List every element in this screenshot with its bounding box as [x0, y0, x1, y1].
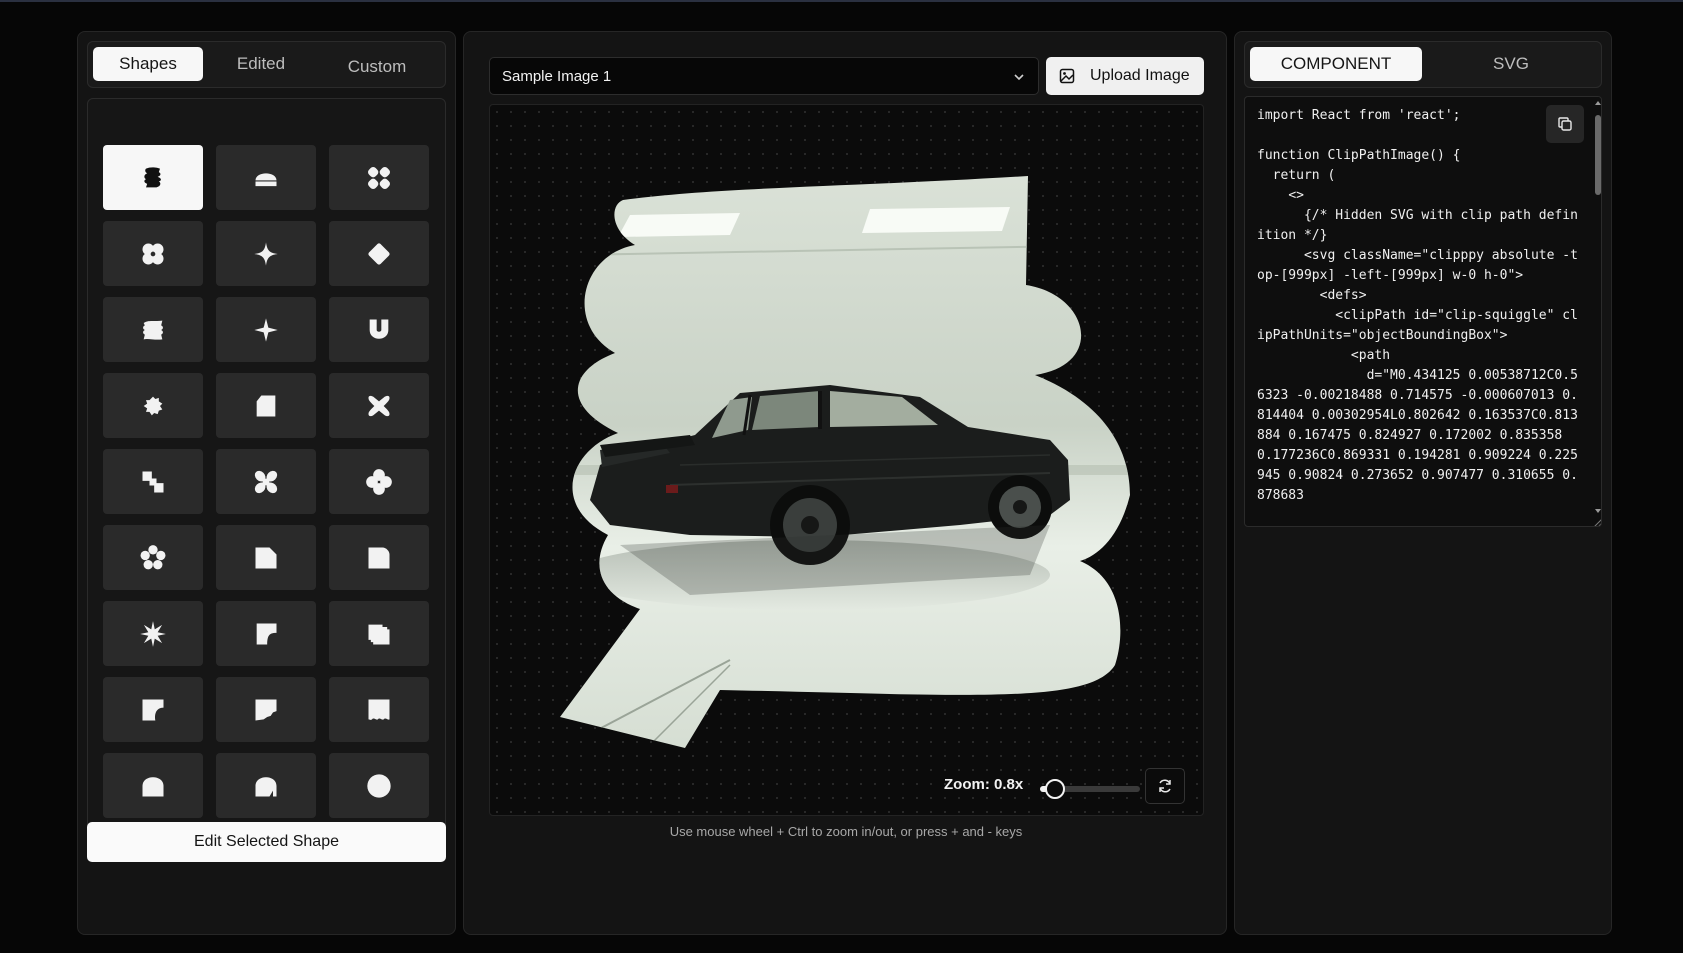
refresh-icon	[1159, 779, 1171, 793]
circle-icon	[367, 773, 391, 798]
steps-icon	[142, 471, 164, 492]
resize-grip-icon[interactable]	[1591, 516, 1602, 527]
tab-custom[interactable]: Custom	[322, 50, 432, 84]
shape-folded-square-alt[interactable]	[329, 525, 429, 590]
shape-tabs: Shapes Edited Custom	[87, 41, 446, 88]
shape-circle[interactable]	[329, 753, 429, 818]
flower-icon	[140, 544, 166, 569]
star-four-icon	[254, 317, 278, 342]
rounded-square-cut-icon	[256, 395, 276, 416]
shape-flower[interactable]	[103, 525, 203, 590]
clover-icon	[366, 468, 392, 495]
shape-bite-square[interactable]	[103, 677, 203, 742]
chevron-down-icon	[1014, 74, 1024, 81]
shape-diamond[interactable]	[329, 221, 429, 286]
arch-icon	[142, 776, 164, 796]
copy-icon	[1558, 117, 1572, 131]
shape-squiggle[interactable]	[103, 145, 203, 210]
wavy-blob-icon	[143, 320, 163, 340]
shape-shield-u[interactable]	[329, 297, 429, 362]
shape-sparkle[interactable]	[216, 221, 316, 286]
shape-grid	[87, 98, 446, 837]
sample-image-select[interactable]: Sample Image 1	[489, 57, 1039, 95]
flag-corner-icon	[256, 623, 277, 644]
edit-selected-shape-button[interactable]: Edit Selected Shape	[87, 822, 446, 862]
shape-torn-square[interactable]	[216, 677, 316, 742]
arch-dome-icon	[255, 172, 277, 186]
x-cross-icon	[368, 395, 390, 416]
diamond-icon	[368, 242, 390, 265]
sample-image-select-value: Sample Image 1	[502, 68, 612, 85]
shape-steps[interactable]	[103, 449, 203, 514]
tab-edited[interactable]: Edited	[206, 47, 316, 81]
arch-notch-icon	[255, 776, 277, 796]
shape-star-four[interactable]	[216, 297, 316, 362]
shape-clover[interactable]	[329, 449, 429, 514]
shape-rounded-square-cut[interactable]	[216, 373, 316, 438]
clipped-car-image	[560, 176, 1130, 748]
torn-square-icon	[255, 699, 277, 720]
folded-square-alt-icon	[368, 547, 390, 568]
shape-arch-notch[interactable]	[216, 753, 316, 818]
scroll-up-icon[interactable]	[1594, 99, 1602, 107]
pinwheel-icon	[254, 470, 278, 493]
shape-wave-bottom-square[interactable]	[329, 677, 429, 742]
window-top-edge	[0, 0, 1683, 2]
splat-icon	[143, 396, 163, 415]
shape-folded-square[interactable]	[216, 525, 316, 590]
shield-u-icon	[369, 319, 389, 339]
shape-splat[interactable]	[103, 373, 203, 438]
folded-square-icon	[255, 547, 277, 568]
upload-image-label: Upload Image	[1090, 67, 1190, 84]
zoom-slider[interactable]	[1040, 779, 1140, 799]
quatrefoil-icon	[142, 243, 164, 264]
preview-canvas[interactable]: Zoom: 0.8x	[489, 104, 1204, 816]
shape-arch-dome[interactable]	[216, 145, 316, 210]
stacked-pages-icon	[368, 624, 390, 644]
wave-bottom-square-icon	[368, 699, 390, 720]
shape-quatrefoil[interactable]	[103, 221, 203, 286]
shape-wavy-blob[interactable]	[103, 297, 203, 362]
preview-panel: Sample Image 1 Upload Image Zoom: 0.8x U…	[463, 31, 1227, 935]
sparkle-icon	[254, 241, 278, 266]
burst-icon	[140, 620, 166, 647]
image-icon	[1059, 68, 1075, 84]
shape-burst[interactable]	[103, 601, 203, 666]
four-squares-icon	[368, 166, 390, 189]
shape-x-cross[interactable]	[329, 373, 429, 438]
zoom-label: Zoom: 0.8x	[944, 776, 1024, 793]
shapes-panel: Shapes Edited Custom Edit Selected Shape	[77, 31, 456, 935]
code-panel: COMPONENT SVG import React from 'react';…	[1234, 31, 1612, 935]
scroll-down-icon[interactable]	[1594, 507, 1602, 515]
shape-four-squares[interactable]	[329, 145, 429, 210]
bite-square-icon	[142, 699, 164, 720]
code-scrollbar-thumb[interactable]	[1595, 115, 1601, 195]
shape-stacked-pages[interactable]	[329, 601, 429, 666]
zoom-slider-thumb[interactable]	[1045, 779, 1065, 799]
code-tabs: COMPONENT SVG	[1244, 41, 1602, 88]
shape-flag-corner[interactable]	[216, 601, 316, 666]
code-text: import React from 'react'; function Clip…	[1257, 108, 1578, 503]
tab-component[interactable]: COMPONENT	[1250, 47, 1422, 81]
reset-zoom-button[interactable]	[1145, 768, 1185, 804]
tab-shapes[interactable]: Shapes	[93, 47, 203, 81]
zoom-hint: Use mouse wheel + Ctrl to zoom in/out, o…	[669, 824, 1023, 839]
upload-image-button[interactable]: Upload Image	[1046, 57, 1204, 95]
squiggle-icon	[144, 166, 161, 187]
copy-code-button[interactable]	[1546, 105, 1584, 143]
shape-pinwheel[interactable]	[216, 449, 316, 514]
shape-arch[interactable]	[103, 753, 203, 818]
code-scrollbar[interactable]	[1593, 97, 1602, 526]
code-viewer[interactable]: import React from 'react'; function Clip…	[1244, 96, 1602, 527]
tab-svg[interactable]: SVG	[1425, 47, 1597, 81]
